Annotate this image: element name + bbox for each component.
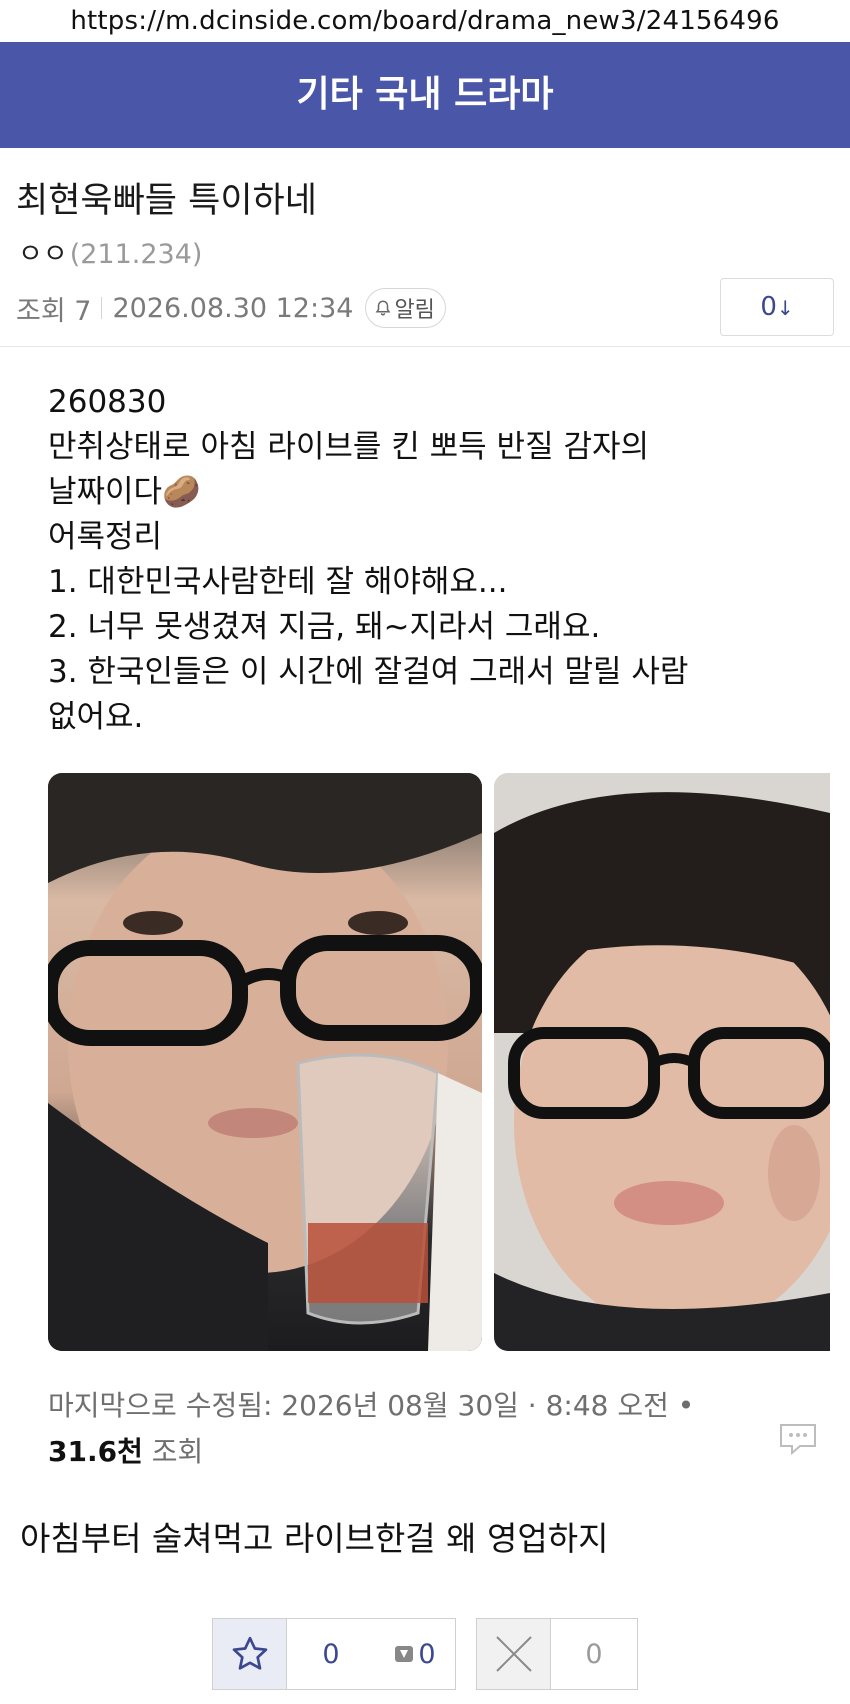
- embed-line: 어록정리: [48, 519, 163, 555]
- embed-line: 날짜이다🥔: [48, 474, 201, 510]
- embed-views-number: 31.6천: [48, 1435, 143, 1468]
- alarm-label: 알림: [394, 298, 435, 323]
- post-meta: 조회 7 2026.08.30 12:34 알림: [16, 288, 446, 328]
- bell-icon: [376, 300, 391, 316]
- post-photo-1[interactable]: [48, 773, 482, 1351]
- star-icon: [232, 1636, 267, 1670]
- meta-divider: [101, 297, 103, 319]
- url-text: https://m.dcinside.com/board/drama_new3/…: [70, 6, 780, 36]
- embed-line: 만취상태로 아침 라이브를 킨 뽀득 반질 감자의: [48, 429, 650, 465]
- photo-2-illustration: [494, 773, 830, 1351]
- gallery-header[interactable]: 기타 국내 드라마: [0, 42, 850, 148]
- alarm-button[interactable]: 알림: [365, 288, 446, 328]
- embed-line: 260830: [48, 384, 167, 420]
- embed-line: 2. 너무 못생겼져 지금, 돼~지라서 그래요.: [48, 609, 601, 645]
- edited-timestamp: 마지막으로 수정됨: 2026년 08월 30일 · 8:48 오전 •: [48, 1389, 695, 1422]
- comment-count-button[interactable]: 0↓: [720, 278, 834, 336]
- embed-line: 3. 한국인들은 이 시간에 잘걸여 그래서 말릴 사람: [48, 654, 689, 690]
- post-datetime: 2026.08.30 12:34: [112, 292, 354, 324]
- header-divider: [0, 346, 850, 347]
- embedded-post-text: 260830 만취상태로 아침 라이브를 킨 뽀득 반질 감자의 날짜이다🥔 어…: [48, 380, 808, 740]
- comment-count: 0: [760, 292, 777, 322]
- embed-views-suffix: 조회: [142, 1435, 204, 1468]
- x-icon: [495, 1636, 532, 1672]
- address-bar[interactable]: https://m.dcinside.com/board/drama_new3/…: [0, 0, 850, 42]
- author-info[interactable]: ㅇㅇ(211.234): [18, 232, 202, 271]
- nonrecommend-button[interactable]: [477, 1619, 551, 1689]
- fix-recommend-button[interactable]: 0: [375, 1619, 455, 1689]
- nonrecommend-group: 0: [476, 1618, 638, 1690]
- post-photo-2[interactable]: [494, 773, 830, 1351]
- author-nickname: ㅇㅇ: [18, 239, 68, 270]
- fix-icon: [395, 1646, 414, 1662]
- author-ip: (211.234): [69, 239, 203, 270]
- post-body: 아침부터 술쳐먹고 라이브한걸 왜 영업하지: [20, 1519, 609, 1558]
- embed-line: 1. 대한민국사람한테 잘 해야해요...: [48, 564, 508, 600]
- chat-bubble-icon[interactable]: [778, 1422, 818, 1456]
- post-title: 최현욱빠들 특이하네: [16, 181, 317, 221]
- nonrecommend-count: 0: [585, 1638, 603, 1670]
- recommend-group: 0 0: [212, 1618, 456, 1690]
- photo-1-illustration: [48, 773, 482, 1351]
- gallery-name: 기타 국내 드라마: [296, 74, 554, 115]
- comment-arrow-icon: ↓: [776, 296, 794, 320]
- fix-count: 0: [418, 1638, 436, 1670]
- recommend-count: 0: [322, 1638, 340, 1670]
- embed-views: 31.6천 조회: [48, 1430, 203, 1470]
- view-count: 조회 7: [16, 295, 92, 327]
- recommend-button[interactable]: [213, 1619, 287, 1689]
- embed-line: 없어요.: [48, 699, 144, 735]
